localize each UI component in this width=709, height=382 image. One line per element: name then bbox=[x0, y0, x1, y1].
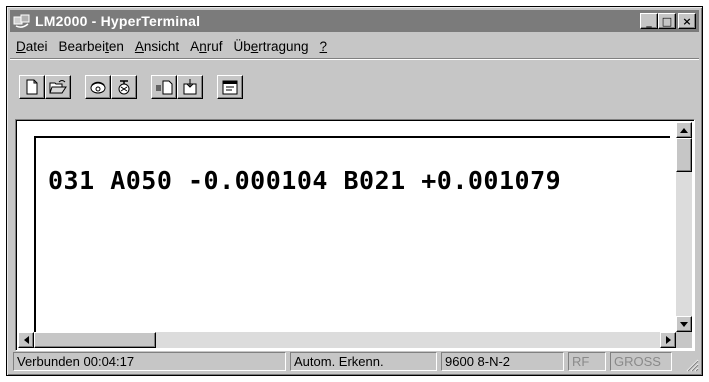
scroll-up-button[interactable] bbox=[676, 122, 692, 138]
vertical-scrollbar[interactable] bbox=[676, 122, 692, 332]
hyperterminal-app-icon[interactable] bbox=[13, 13, 31, 29]
toolbar-separator bbox=[10, 58, 699, 60]
terminal-line: 031 A050 -0.000104 B021 +0.001079 bbox=[48, 166, 562, 195]
open-folder-icon bbox=[49, 80, 67, 94]
horizontal-scroll-thumb[interactable] bbox=[34, 332, 156, 348]
terminal-display-area: 031 A050 -0.000104 B021 +0.001079 bbox=[34, 136, 670, 332]
terminal-output[interactable]: 031 A050 -0.000104 B021 +0.001079 bbox=[18, 122, 676, 332]
send-button[interactable] bbox=[151, 75, 177, 99]
close-icon: × bbox=[682, 14, 692, 28]
scroll-left-button[interactable] bbox=[18, 332, 34, 348]
resize-grip-icon[interactable] bbox=[685, 358, 699, 372]
menu-bearbeiten[interactable]: Bearbeiten bbox=[59, 39, 124, 54]
title-bar[interactable]: LM2000 - HyperTerminal _ □ × bbox=[10, 10, 699, 32]
scroll-down-arrow-icon bbox=[680, 321, 688, 327]
scrollbar-corner bbox=[676, 332, 692, 348]
receive-file-icon bbox=[183, 79, 197, 95]
status-auto-detect: Autom. Erkenn. bbox=[290, 352, 437, 371]
send-file-icon bbox=[156, 80, 173, 95]
minimize-button[interactable]: _ bbox=[640, 13, 658, 29]
scroll-down-button[interactable] bbox=[676, 316, 692, 332]
status-scroll-indicator: RF bbox=[568, 352, 606, 371]
disconnect-button[interactable] bbox=[111, 75, 137, 99]
hyperterminal-window: LM2000 - HyperTerminal _ □ × Datei Bearb… bbox=[6, 6, 703, 376]
disconnect-phone-icon bbox=[118, 80, 130, 95]
status-connected: Verbunden 00:04:17 bbox=[13, 352, 286, 371]
new-document-icon bbox=[26, 79, 38, 95]
menu-uebertragung[interactable]: Übertragung bbox=[233, 39, 308, 54]
menu-help[interactable]: ? bbox=[320, 39, 328, 54]
menu-anruf[interactable]: Anruf bbox=[190, 39, 222, 54]
scroll-up-arrow-icon bbox=[680, 127, 688, 133]
window-title: LM2000 - HyperTerminal bbox=[35, 13, 201, 29]
toolbar bbox=[15, 63, 694, 107]
scroll-right-button[interactable] bbox=[660, 332, 676, 348]
menu-datei[interactable]: Datei bbox=[16, 39, 48, 54]
menu-bar: Datei Bearbeiten Ansicht Anruf Übertragu… bbox=[10, 35, 699, 57]
close-button[interactable]: × bbox=[678, 13, 696, 29]
open-button[interactable] bbox=[45, 75, 71, 99]
receive-button[interactable] bbox=[177, 75, 203, 99]
status-caps-indicator: GROSS bbox=[610, 352, 672, 371]
connect-button[interactable] bbox=[85, 75, 111, 99]
maximize-icon: □ bbox=[661, 14, 673, 28]
status-port-settings: 9600 8-N-2 bbox=[441, 352, 564, 371]
scroll-right-arrow-icon bbox=[665, 336, 671, 344]
minimize-icon: _ bbox=[646, 14, 652, 28]
properties-icon bbox=[222, 80, 238, 95]
terminal-frame: 031 A050 -0.000104 B021 +0.001079 bbox=[15, 119, 695, 351]
horizontal-scrollbar[interactable] bbox=[18, 332, 676, 348]
connect-phone-icon bbox=[90, 81, 106, 94]
vertical-scroll-thumb[interactable] bbox=[676, 138, 692, 172]
properties-button[interactable] bbox=[217, 75, 243, 99]
maximize-button[interactable]: □ bbox=[658, 13, 676, 29]
menu-ansicht[interactable]: Ansicht bbox=[135, 39, 179, 54]
status-bar: Verbunden 00:04:17 Autom. Erkenn. 9600 8… bbox=[10, 350, 699, 372]
scroll-left-arrow-icon bbox=[23, 336, 29, 344]
new-connection-button[interactable] bbox=[19, 75, 45, 99]
